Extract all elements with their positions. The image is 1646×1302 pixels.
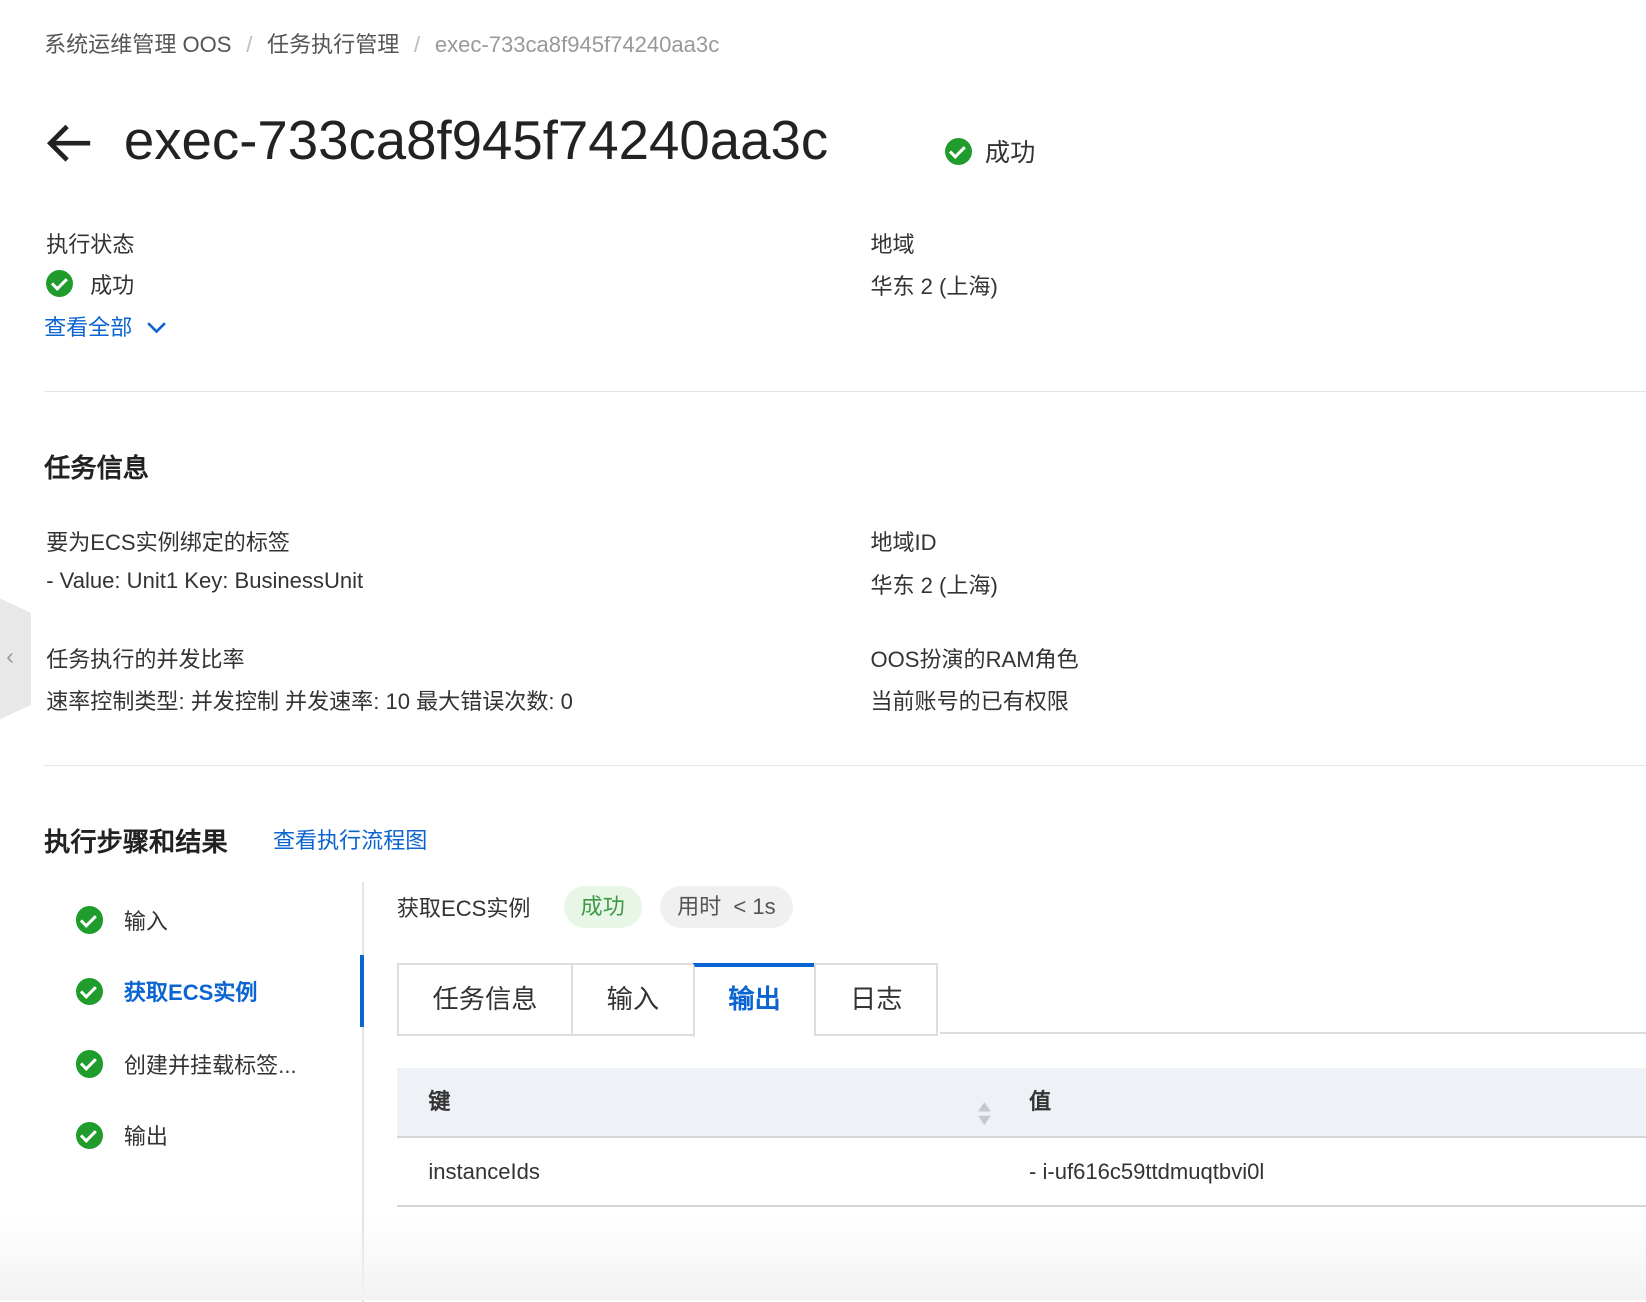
field-value: 当前账号的已有权限 — [870, 688, 1069, 714]
step-name: 获取ECS实例 — [396, 896, 531, 922]
field-label: OOS扮演的RAM角色 — [870, 646, 1079, 672]
field-value: 华东 2 (上海) — [870, 573, 998, 599]
divider — [44, 765, 1646, 767]
field-label: 要为ECS实例绑定的标签 — [46, 530, 290, 555]
region-label: 地域 — [870, 231, 915, 257]
table-header: 键 值 — [396, 1067, 1646, 1139]
success-check-icon — [75, 906, 103, 934]
success-check-icon — [46, 270, 74, 298]
view-all-link[interactable]: 查看全部 — [44, 310, 168, 342]
step-item[interactable]: 创建并挂载标签... — [75, 1048, 297, 1080]
exec-status-label: 执行状态 — [46, 231, 135, 257]
table-row: instanceIds - i-uf616c59ttdmuqtbvi0l — [396, 1138, 1646, 1208]
step-item[interactable]: 输入 — [75, 904, 168, 936]
bottom-fade — [0, 1215, 1646, 1300]
breadcrumb-separator: / — [414, 32, 421, 58]
step-item-active[interactable]: 获取ECS实例 — [75, 975, 257, 1007]
page-title: exec-733ca8f945f74240aa3c — [123, 110, 829, 172]
success-check-icon — [75, 1121, 103, 1149]
tabs-baseline — [939, 1032, 1646, 1035]
cell-key: instanceIds — [428, 1159, 540, 1185]
detail-tabs: 任务信息 输入 输出 日志 — [396, 962, 939, 1039]
header-status-badge: 成功 — [944, 133, 1035, 169]
step-status-badge: 成功 — [563, 886, 642, 929]
tab-input[interactable]: 输入 — [571, 962, 693, 1037]
column-header-value: 值 — [1028, 1088, 1052, 1114]
success-check-icon — [75, 977, 103, 1006]
breadcrumb: 系统运维管理 OOS / 任务执行管理 / exec-733ca8f945f74240a… — [44, 27, 719, 59]
tab-output[interactable]: 输出 — [692, 962, 815, 1039]
field-value: - Value: Unit1 Key: BusinessUnit — [46, 568, 364, 594]
field-label: 地域ID — [870, 530, 937, 555]
field-label: 任务执行的并发比率 — [46, 646, 245, 672]
step-item[interactable]: 输出 — [75, 1119, 168, 1151]
tab-task-info[interactable]: 任务信息 — [396, 962, 572, 1037]
view-flowchart-link[interactable]: 查看执行流程图 — [273, 823, 427, 855]
back-arrow-icon[interactable] — [44, 118, 94, 168]
breadcrumb-current: exec-733ca8f945f74240aa3c — [434, 32, 720, 58]
step-detail-header: 获取ECS实例 成功 用时 < 1s — [396, 886, 793, 929]
tab-log[interactable]: 日志 — [814, 962, 939, 1037]
duration-badge: 用时 < 1s — [660, 886, 793, 929]
cell-value: - i-uf616c59ttdmuqtbvi0l — [1028, 1159, 1265, 1185]
field-value: 速率控制类型: 并发控制 并发速率: 10 最大错误次数: 0 — [46, 688, 573, 714]
breadcrumb-oos[interactable]: 系统运维管理 OOS — [44, 32, 231, 57]
breadcrumb-task-management[interactable]: 任务执行管理 — [267, 32, 399, 57]
success-check-icon — [75, 1050, 103, 1078]
chevron-down-icon — [146, 322, 166, 334]
region-value: 华东 2 (上海) — [870, 273, 998, 299]
task-info-title: 任务信息 — [44, 453, 150, 484]
sidebar-collapse-toggle[interactable]: ‹ — [0, 598, 32, 720]
steps-title: 执行步骤和结果 — [44, 827, 228, 858]
exec-status-value: 成功 — [46, 268, 134, 300]
chevron-left-icon: ‹ — [6, 642, 14, 669]
active-step-indicator — [360, 955, 365, 1027]
breadcrumb-separator: / — [246, 32, 253, 58]
success-check-icon — [944, 137, 973, 165]
column-header-key: 键 — [428, 1088, 451, 1114]
divider — [44, 390, 1646, 392]
